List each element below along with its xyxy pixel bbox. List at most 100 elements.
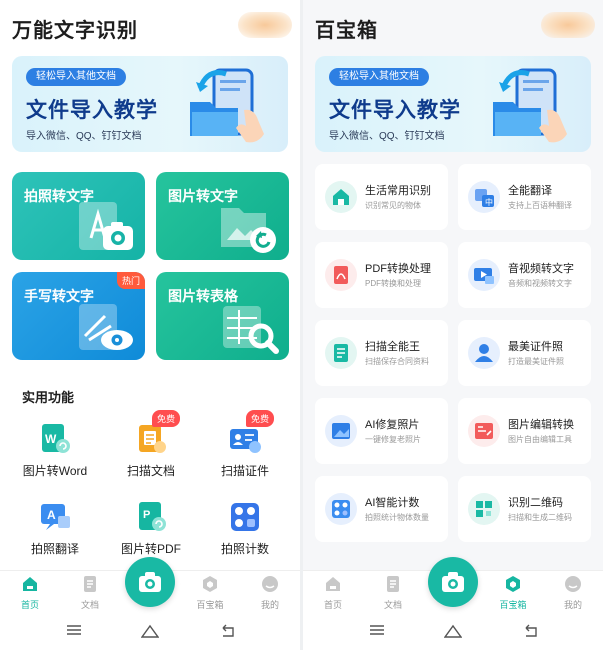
tool-ai-photo-repair[interactable]: AI修复照片 一键修复老照片: [315, 398, 448, 464]
tool-ai-count[interactable]: AI智能计数 拍照统计物体数量: [315, 476, 448, 542]
tool-photo-translate[interactable]: A 拍照翻译: [10, 500, 100, 557]
image-rotate-icon: [221, 208, 276, 253]
tool-universal-translate[interactable]: 中 全能翻译 支持上百语种翻译: [458, 164, 591, 230]
tab-toolbox[interactable]: 百宝箱: [185, 575, 235, 611]
banner-subtitle: 导入微信、QQ、钉钉文档: [26, 131, 142, 142]
tab-label: 我的: [260, 600, 279, 610]
toolbox-screen: 百宝箱 轻松导入其他文档 文件导入教学 导入微信、QQ、钉钉文档 生活常用识别 …: [303, 0, 603, 650]
tab-label: 文档: [383, 600, 402, 610]
photo-repair-icon: [325, 415, 357, 447]
id-card-icon-wrap: 免费: [228, 410, 274, 456]
item-title: AI智能计数: [365, 497, 420, 509]
svg-text:W: W: [45, 432, 57, 446]
tool-image-edit[interactable]: 图片编辑转换 图片自由编辑工具: [458, 398, 591, 464]
camera-icon: [79, 202, 133, 250]
item-subtitle: 一键修复老照片: [365, 435, 421, 444]
translate-icon-wrap: A: [38, 500, 72, 534]
item-title: 最美证件照: [508, 341, 563, 353]
home-icon: [23, 577, 37, 591]
tool-label: 拍照计数: [220, 542, 269, 556]
phone-folder-icon: [190, 68, 264, 143]
toolbox-icon: [203, 576, 217, 592]
tool-scan-document[interactable]: 免费 扫描文档: [106, 410, 196, 479]
tab-label: 我的: [563, 600, 582, 610]
svg-text:P: P: [143, 509, 150, 521]
home-nav-icon[interactable]: [141, 624, 159, 638]
document-icon: [84, 576, 96, 592]
tool-av-to-text[interactable]: 音视频转文字 音频和视频转文字: [458, 242, 591, 308]
handwriting-to-text-card[interactable]: 手写转文字 热门: [12, 272, 145, 360]
menu-icon[interactable]: [369, 624, 385, 636]
tool-photo-count[interactable]: 拍照计数: [200, 500, 290, 557]
home-icon: [326, 577, 340, 591]
home-scan-icon: [325, 181, 357, 213]
camera-icon: [139, 572, 161, 592]
item-subtitle: 扫描保存合同资料: [365, 357, 429, 366]
tab-documents[interactable]: 文档: [368, 575, 418, 611]
camera-fab-button[interactable]: [125, 557, 175, 607]
item-subtitle: 支持上百语种翻译: [508, 201, 572, 210]
image-to-table-card[interactable]: 图片转表格: [156, 272, 289, 360]
tab-label: 百宝箱: [196, 600, 224, 610]
tool-image-to-pdf[interactable]: P 图片转PDF: [106, 500, 196, 557]
tab-label: 百宝箱: [499, 600, 527, 610]
camera-fab-button[interactable]: [428, 557, 478, 607]
toolbox-icon: [506, 576, 520, 592]
table-search-icon: [223, 306, 279, 354]
item-title: 图片编辑转换: [508, 419, 574, 431]
tab-home[interactable]: 首页: [308, 575, 358, 611]
profile-icon: [262, 576, 278, 592]
banner-chip: 轻松导入其他文档: [329, 68, 429, 86]
pdf-icon: [325, 259, 357, 291]
page-title: 百宝箱: [315, 20, 378, 42]
item-title: 生活常用识别: [365, 185, 431, 197]
vip-badge[interactable]: [238, 12, 292, 38]
system-nav-bar: [0, 616, 300, 650]
count-icon: [231, 503, 259, 531]
tab-label: 首页: [323, 600, 342, 610]
tab-profile[interactable]: 我的: [245, 575, 295, 611]
word-icon-wrap: W: [38, 422, 72, 456]
home-nav-icon[interactable]: [444, 624, 462, 638]
scan-doc-icon: [325, 337, 357, 369]
banner-title: 文件导入教学: [26, 99, 158, 122]
photo-to-text-card[interactable]: 拍照转文字: [12, 172, 145, 260]
pdf-icon: P: [139, 502, 166, 531]
item-title: 全能翻译: [508, 185, 552, 197]
tab-profile[interactable]: 我的: [548, 575, 598, 611]
menu-icon[interactable]: [66, 624, 82, 636]
tool-scan-id[interactable]: 免费 扫描证件: [200, 410, 290, 479]
tool-qr-code[interactable]: 识别二维码 扫描和生成二维码: [458, 476, 591, 542]
item-title: 音视频转文字: [508, 263, 574, 275]
count-icon-wrap: [228, 500, 262, 534]
phone-folder-icon: [493, 68, 567, 143]
page-title: 万能文字识别: [12, 20, 138, 42]
item-subtitle: 打造最美证件照: [508, 357, 564, 366]
system-nav-bar: [303, 616, 603, 650]
item-subtitle: 拍照统计物体数量: [365, 513, 429, 522]
tool-scanner[interactable]: 扫描全能王 扫描保存合同资料: [315, 320, 448, 386]
tool-label: 图片转Word: [22, 464, 88, 478]
profile-icon: [565, 576, 581, 592]
camera-icon: [442, 572, 464, 592]
home-screen: 万能文字识别 轻松导入其他文档 文件导入教学 导入微信、QQ、钉钉文档 拍照转文…: [0, 0, 300, 650]
tool-life-recognition[interactable]: 生活常用识别 识别常见的物体: [315, 164, 448, 230]
back-icon[interactable]: [523, 624, 539, 638]
import-tutorial-banner[interactable]: 轻松导入其他文档 文件导入教学 导入微信、QQ、钉钉文档: [12, 56, 288, 152]
translate-icon: 中: [468, 181, 500, 213]
tab-documents[interactable]: 文档: [65, 575, 115, 611]
tab-toolbox[interactable]: 百宝箱: [488, 575, 538, 611]
svg-text:A: A: [47, 508, 56, 522]
tool-pdf-convert[interactable]: PDF转换处理 PDF转换和处理: [315, 242, 448, 308]
person-icon: [468, 337, 500, 369]
tool-label: 图片转PDF: [120, 542, 181, 556]
import-tutorial-banner[interactable]: 轻松导入其他文档 文件导入教学 导入微信、QQ、钉钉文档: [315, 56, 591, 152]
back-icon[interactable]: [220, 624, 236, 638]
tool-id-photo[interactable]: 最美证件照 打造最美证件照: [458, 320, 591, 386]
vip-badge[interactable]: [541, 12, 595, 38]
tab-label: 文档: [80, 600, 99, 610]
tool-image-to-word[interactable]: W 图片转Word: [10, 422, 100, 479]
image-to-text-card[interactable]: 图片转文字: [156, 172, 289, 260]
item-title: PDF转换处理: [365, 263, 431, 275]
tab-home[interactable]: 首页: [5, 575, 55, 611]
